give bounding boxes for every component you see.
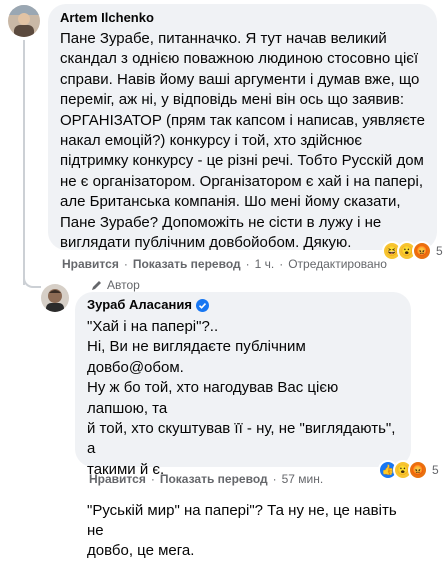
reply-thread-line: [23, 40, 25, 285]
text-line: "Хай і на папері"?..: [87, 318, 219, 335]
avatar[interactable]: [41, 284, 69, 312]
reaction-count: 5: [436, 244, 443, 258]
text-line: Пане Зурабе, питанначко. Я тут начав вел…: [60, 30, 387, 47]
reply-thread-curve: [23, 272, 41, 288]
text-line: ОРГАНІЗАТОР (прям так капсом і написав, …: [60, 111, 425, 129]
angry-icon: 😡: [412, 241, 432, 261]
reply-author[interactable]: Зураб Аласания: [87, 297, 399, 313]
reaction-summary[interactable]: 👍 😮 😡 5: [378, 460, 439, 480]
pen-icon: [92, 280, 101, 290]
reply-text: "Хай і на папері"?.. Ні, Ви не виглядаєте…: [87, 317, 399, 562]
comment-actions: Нравится · Показать перевод · 1 ч. · Отредакти…: [62, 257, 387, 271]
reply-actions: Нравится · Показать перевод · 57 мин.: [89, 472, 324, 486]
text-line: виглядати публічним довбойобом. Дякую.: [60, 234, 352, 252]
text-line: скандал з однією поважною людиною стосов…: [60, 50, 419, 68]
reaction-summary[interactable]: 😆 😮 😡 5: [382, 241, 443, 261]
like-button[interactable]: Нравится: [62, 257, 119, 271]
text-line: не є організатором. Організатором є хай …: [60, 172, 423, 190]
translate-button[interactable]: Показать перевод: [133, 257, 241, 271]
comment-text: Пане Зурабе, питанначко. Я тут начав вел…: [60, 29, 425, 253]
translate-button[interactable]: Показать перевод: [160, 472, 268, 486]
text-line: підтримку конкурсу - це різні речі. Тобт…: [60, 152, 424, 170]
angry-icon: 😡: [408, 460, 428, 480]
timestamp[interactable]: 1 ч.: [255, 257, 275, 271]
text-line: Пане Зурабе? Допоможіть не сісти в лужу …: [60, 213, 382, 231]
text-line: але Британська компанія. Шо мені йому ск…: [60, 193, 401, 211]
reply-author-name[interactable]: Зураб Аласания: [87, 297, 192, 313]
comment-author[interactable]: Artem Ilchenko: [60, 10, 425, 26]
text-line: Ні, Ви не виглядаєте публічним довбо@обо…: [87, 338, 310, 376]
timestamp[interactable]: 57 мин.: [282, 472, 324, 486]
reaction-count: 5: [432, 463, 439, 477]
text-line: довбо, це мега.: [87, 542, 195, 560]
comment-bubble: Artem Ilchenko Пане Зурабе, питанначко. …: [48, 4, 437, 253]
text-line: Ну ж бо той, хто нагодував Вас цією лапш…: [87, 379, 343, 417]
reply-bubble: Зураб Аласания "Хай і на папері"?.. Ні, В…: [75, 292, 411, 559]
avatar[interactable]: [8, 5, 40, 37]
text-line: "Руській мир" на папері"? Та ну не, це н…: [87, 501, 401, 540]
author-badge: Автор: [90, 277, 140, 293]
verified-icon: [195, 298, 209, 312]
text-line: накал емоцій?) конкурсу і той, хто здійс…: [60, 132, 363, 150]
author-badge-label: Автор: [107, 278, 140, 292]
text-line: справи. Навів йому ваші аргументи і дума…: [60, 70, 420, 88]
edited-label[interactable]: Отредактировано: [288, 257, 387, 271]
like-button[interactable]: Нравится: [89, 472, 146, 486]
text-line: переміг, аж ні, у відповідь мені він ось…: [60, 91, 405, 109]
text-line: й той, хто скуштував її - ну, не "вигляд…: [87, 420, 400, 458]
